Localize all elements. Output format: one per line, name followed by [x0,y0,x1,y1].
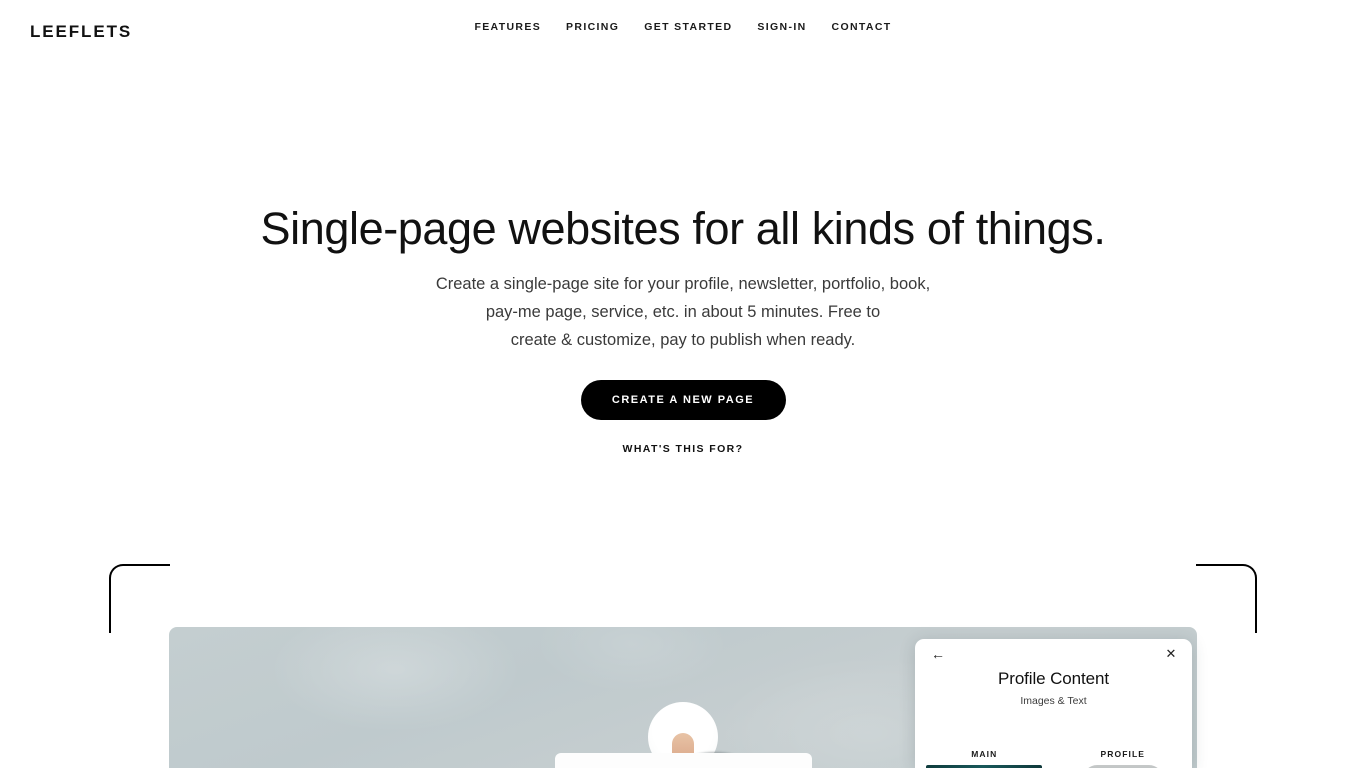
bracket-corner-left-icon [109,564,170,633]
hero-subtitle: Create a single-page site for your profi… [0,270,1366,354]
showcase-content-card [555,753,812,768]
panel-subtitle: Images & Text [1020,695,1087,707]
whats-this-for-link[interactable]: WHAT'S THIS FOR? [623,443,744,455]
panel-column-profile[interactable]: PROFILE [1054,749,1193,768]
landing-page: LEEFLETS FEATURES PRICING GET STARTED SI… [0,0,1366,768]
site-header: LEEFLETS FEATURES PRICING GET STARTED SI… [0,0,1366,62]
nav-item-get-started[interactable]: GET STARTED [644,22,732,33]
back-arrow-icon[interactable]: ← [928,644,948,664]
page-title: Single-page websites for all kinds of th… [260,203,1106,254]
hero-subtitle-line-1: Create a single-page site for your profi… [435,275,931,293]
create-new-page-button[interactable]: CREATE A NEW PAGE [580,380,786,420]
nav-item-contact[interactable]: CONTACT [832,22,892,33]
profile-content-panel[interactable]: ← ✕ Profile Content Images & Text MAIN P… [915,639,1192,768]
nav-item-pricing[interactable]: PRICING [566,22,619,33]
hero-subtitle-line-2: pay-me page, service, etc. in about 5 mi… [485,303,881,321]
hero-subtitle-line-3: create & customize, pay to publish when … [510,331,856,349]
nav-item-sign-in[interactable]: SIGN-IN [757,22,806,33]
panel-column-profile-label: PROFILE [1100,749,1146,759]
nav-item-features[interactable]: FEATURES [474,22,541,33]
panel-title: Profile Content [998,669,1109,688]
panel-column-main-label: MAIN [971,749,998,759]
panel-column-main[interactable]: MAIN [915,749,1054,768]
close-icon[interactable]: ✕ [1161,644,1181,664]
hero-cta-group: CREATE A NEW PAGE WHAT'S THIS FOR? [0,380,1366,455]
panel-columns: MAIN PROFILE [915,749,1192,768]
main-navigation: FEATURES PRICING GET STARTED SIGN-IN CON… [0,22,1366,33]
bracket-corner-right-icon [1196,564,1257,633]
